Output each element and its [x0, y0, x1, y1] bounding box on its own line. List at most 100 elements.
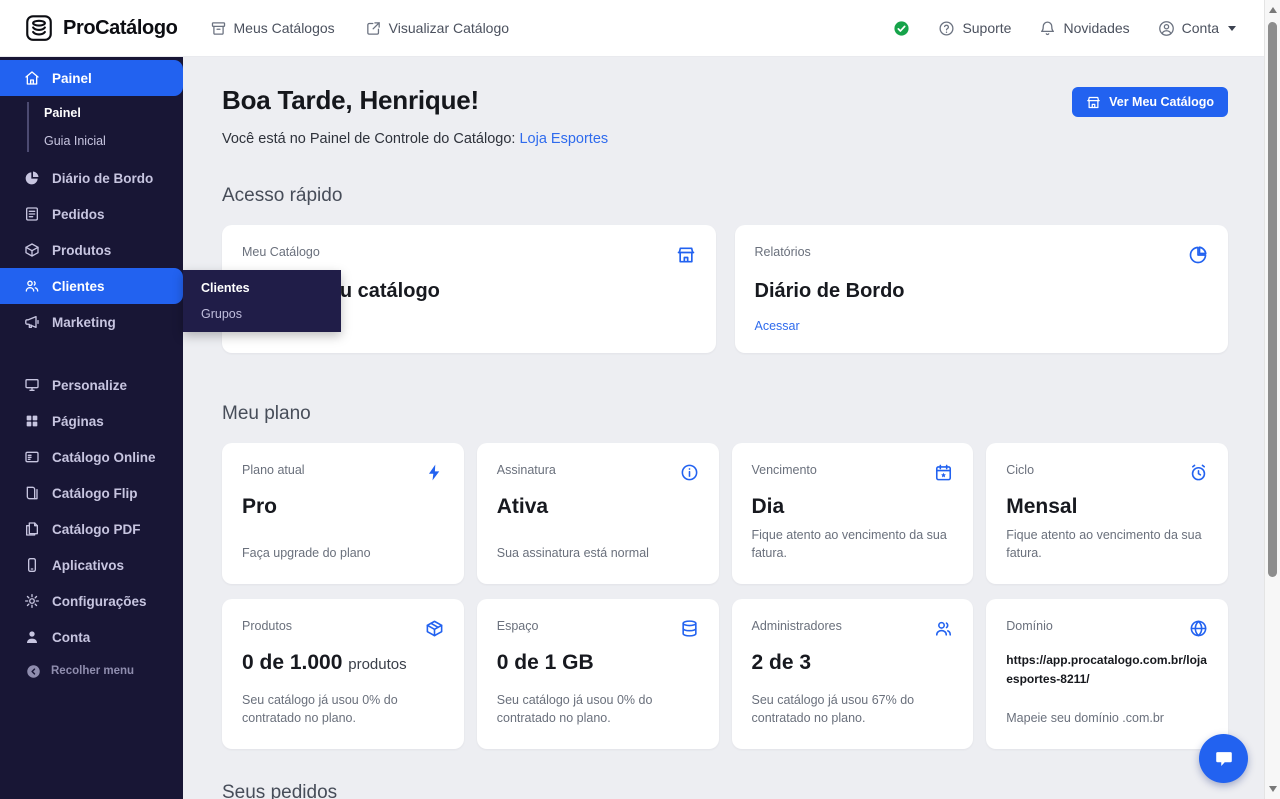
sidebar-item-aplicativos[interactable]: Aplicativos [0, 547, 183, 583]
pie-chart-icon [1188, 245, 1208, 265]
user-circle-icon [1158, 20, 1175, 37]
sidebar-item-clientes[interactable]: Clientes [0, 268, 183, 304]
card-administradores: Administradores 2 de 3 Seu catálogo já u… [732, 599, 974, 749]
sidebar-item-catalogo-flip[interactable]: Catálogo Flip [0, 475, 183, 511]
clientes-flyout-menu: Clientes Grupos [183, 270, 341, 332]
page-header: Boa Tarde, Henrique! Ver Meu Catálogo [222, 85, 1228, 117]
card-produtos: Produtos 0 de 1.000 produtos Seu catálog… [222, 599, 464, 749]
sidebar-item-configuracoes[interactable]: Configurações [0, 583, 183, 619]
alarm-clock-icon [1189, 463, 1208, 482]
sidebar: Painel Painel Guia Inicial Diário de Bor… [0, 57, 183, 799]
archive-icon [210, 20, 227, 37]
sidebar-item-label: Painel [52, 71, 92, 86]
sidebar-collapse-button[interactable]: Recolher menu [0, 656, 183, 686]
nav-meus-catalogos[interactable]: Meus Catálogos [210, 20, 335, 37]
card-title-suffix: produtos [348, 656, 406, 673]
scrollbar-up-arrow-icon[interactable] [1269, 7, 1277, 13]
nav-visualizar-catalogo[interactable]: Visualizar Catálogo [365, 20, 509, 37]
book-icon [24, 485, 40, 501]
sidebar-item-label: Aplicativos [52, 558, 124, 573]
sidebar-item-pedidos[interactable]: Pedidos [0, 196, 183, 232]
flyout-item-grupos[interactable]: Grupos [201, 307, 323, 321]
sidebar-item-label: Produtos [52, 243, 111, 258]
nav-suporte[interactable]: Suporte [938, 20, 1011, 37]
top-navbar: ProCatálogo Meus Catálogos Visualiza [0, 0, 1280, 57]
brand-name: ProCatálogo [63, 17, 178, 40]
quick-access-grid: Meu Catálogo Acesse seu catálogo Acessar… [222, 225, 1228, 353]
card-title: Dia [752, 495, 954, 519]
sidebar-item-catalogo-online[interactable]: Catálogo Online [0, 439, 183, 475]
card-label: Plano atual [242, 463, 305, 477]
status-check-icon[interactable] [893, 20, 910, 37]
storefront-icon [676, 245, 696, 265]
nav-conta[interactable]: Conta [1158, 20, 1236, 37]
nav-conta-label: Conta [1182, 20, 1219, 36]
card-subtitle: Mapeie seu domínio .com.br [1006, 709, 1208, 729]
calendar-star-icon [934, 463, 953, 482]
acessar-link[interactable]: Acessar [755, 319, 800, 333]
card-plano-atual: Plano atual Pro Faça upgrade do plano [222, 443, 464, 584]
card-label: Produtos [242, 619, 292, 633]
scrollbar-thumb[interactable] [1268, 22, 1277, 577]
chat-widget-button[interactable] [1199, 734, 1248, 783]
database-icon [680, 619, 699, 638]
globe-icon [1189, 619, 1208, 638]
card-title: Pro [242, 495, 444, 519]
card-espaco: Espaço 0 de 1 GB Seu catálogo já usou 0%… [477, 599, 719, 749]
flyout-item-clientes[interactable]: Clientes [201, 281, 323, 295]
external-link-icon [365, 20, 382, 37]
scrollbar-down-arrow-icon[interactable] [1269, 786, 1277, 792]
card-label: Meu Catálogo [242, 245, 320, 259]
sidebar-item-label: Clientes [52, 279, 105, 294]
card-title: 0 de 1 GB [497, 651, 699, 675]
sidebar-item-painel[interactable]: Painel [0, 60, 183, 96]
card-subtitle: Fique atento ao vencimento da sua fatura… [1006, 526, 1208, 564]
sidebar-item-marketing[interactable]: Marketing [0, 304, 183, 340]
chevron-down-icon [1228, 26, 1236, 31]
submenu-item-painel[interactable]: Painel [44, 106, 183, 120]
nav-visualizar-catalogo-label: Visualizar Catálogo [389, 20, 509, 36]
card-title: 0 de 1.000 produtos [242, 651, 444, 675]
sidebar-item-label: Catálogo Online [52, 450, 156, 465]
painel-submenu: Painel Guia Inicial [27, 102, 183, 152]
card-dominio: Domínio https://app.procatalogo.com.br/l… [986, 599, 1228, 749]
page-title: Boa Tarde, Henrique! [222, 85, 479, 116]
chat-bubble-icon [1213, 748, 1235, 770]
bell-icon [1039, 20, 1056, 37]
house-icon [24, 70, 40, 86]
sidebar-item-label: Configurações [52, 594, 147, 609]
plan-grid-row2: Produtos 0 de 1.000 produtos Seu catálog… [222, 599, 1228, 749]
file-text-icon [24, 206, 40, 222]
catalog-name-link[interactable]: Loja Esportes [519, 131, 608, 147]
card-subtitle: Fique atento ao vencimento da sua fatura… [752, 526, 954, 564]
procatalogo-logo-icon [24, 13, 54, 43]
vertical-scrollbar[interactable] [1264, 0, 1280, 799]
card-subtitle: Seu catálogo já usou 0% do contratado no… [497, 691, 699, 729]
sidebar-item-label: Personalize [52, 378, 127, 393]
card-label: Administradores [752, 619, 842, 633]
pie-chart-icon [24, 170, 40, 186]
sidebar-item-catalogo-pdf[interactable]: Catálogo PDF [0, 511, 183, 547]
card-subtitle: Sua assinatura está normal [497, 544, 699, 564]
ver-meu-catalogo-button[interactable]: Ver Meu Catálogo [1072, 87, 1228, 117]
card-list-icon [24, 449, 40, 465]
sidebar-item-label: Páginas [52, 414, 104, 429]
sidebar-item-paginas[interactable]: Páginas [0, 403, 183, 439]
sidebar-item-conta[interactable]: Conta [0, 619, 183, 655]
card-title: Diário de Bordo [755, 280, 1209, 303]
cube-icon [24, 242, 40, 258]
gear-icon [24, 593, 40, 609]
card-relatorios: Relatórios Diário de Bordo Acessar [735, 225, 1229, 353]
sidebar-item-personalize[interactable]: Personalize [0, 367, 183, 403]
sidebar-item-label: Marketing [52, 315, 116, 330]
brand-logo[interactable]: ProCatálogo [24, 13, 178, 43]
domain-url[interactable]: https://app.procatalogo.com.br/lojaespor… [1006, 651, 1208, 688]
sidebar-item-diario-de-bordo[interactable]: Diário de Bordo [0, 160, 183, 196]
sidebar-item-produtos[interactable]: Produtos [0, 232, 183, 268]
card-subtitle: Faça upgrade do plano [242, 544, 444, 564]
nav-novidades[interactable]: Novidades [1039, 20, 1129, 37]
submenu-item-guia-inicial[interactable]: Guia Inicial [44, 134, 183, 148]
navbar-right: Suporte Novidades Conta [893, 20, 1250, 37]
info-icon [680, 463, 699, 482]
card-label: Domínio [1006, 619, 1053, 633]
